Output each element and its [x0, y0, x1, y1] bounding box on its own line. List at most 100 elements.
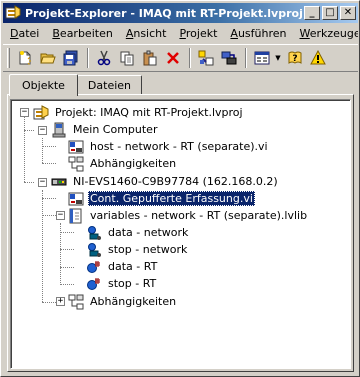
- tab-dateien[interactable]: Dateien: [76, 75, 143, 95]
- vi-file-icon: [68, 191, 84, 207]
- tab-strip: Objekte Dateien: [9, 73, 143, 96]
- network-variable-icon: [86, 225, 102, 241]
- rt-target-icon: [51, 174, 67, 190]
- tree-guide: [24, 130, 34, 131]
- tree-item-variable-stop-network[interactable]: stop - network: [86, 241, 189, 258]
- delete-icon[interactable]: [162, 47, 184, 69]
- vi-file-icon: [68, 139, 84, 155]
- cut-icon[interactable]: [93, 47, 115, 69]
- tree-guide: [42, 146, 56, 147]
- deploy-icon[interactable]: [218, 47, 240, 69]
- maximize-button[interactable]: □: [322, 6, 338, 20]
- tree-label-data-rt: data - RT: [108, 260, 158, 273]
- computer-icon: [51, 122, 67, 138]
- tree-guide: [24, 130, 25, 182]
- collapse-target-toggle[interactable]: −: [38, 178, 47, 187]
- collapse-library-toggle[interactable]: −: [56, 211, 65, 220]
- menu-werkzeuge-label: erkzeuge: [309, 27, 358, 40]
- toolbar-separator: [189, 48, 191, 68]
- save-all-icon[interactable]: [60, 47, 82, 69]
- menu-bearbeiten-accel: B: [52, 27, 60, 40]
- tree-guide: [42, 302, 56, 303]
- project-file-icon: [33, 104, 49, 121]
- tree-guide: [60, 267, 74, 268]
- tree-label-stop-rt: stop - RT: [108, 277, 157, 290]
- collapse-project-toggle[interactable]: −: [20, 108, 29, 117]
- menu-projekt-label: rojekt: [185, 27, 218, 40]
- tree-guide: [60, 232, 74, 233]
- copy-icon[interactable]: [116, 47, 138, 69]
- dependencies-icon: [68, 156, 84, 172]
- tree-label-stop-network: stop - network: [108, 243, 188, 256]
- menu-werkzeuge[interactable]: Werkzeuge: [293, 27, 359, 40]
- title-bar[interactable]: Projekt-Explorer - IMAQ mit RT-Projekt.l…: [3, 3, 358, 23]
- tree-label-rt-target: NI-EVS1460-C9B97784 (162.168.0.2): [73, 175, 278, 188]
- tree-label-dependencies-host: Abhängigkeiten: [90, 157, 177, 170]
- expand-dependencies-toggle[interactable]: +: [56, 297, 65, 306]
- toolbar-grip[interactable]: [7, 48, 10, 68]
- tree-item-dependencies-target[interactable]: Abhängigkeiten: [68, 293, 178, 310]
- tree-item-host-vi[interactable]: host - network - RT (separate).vi: [68, 138, 270, 155]
- svg-text:?: ?: [292, 54, 297, 64]
- window-title: Projekt-Explorer - IMAQ mit RT-Projekt.l…: [25, 6, 304, 20]
- tree-item-variables-library[interactable]: variables - network - RT (separate).lvli…: [68, 207, 309, 224]
- menu-ausfuehren[interactable]: Ausführen: [223, 27, 292, 40]
- project-explorer-window: Projekt-Explorer - IMAQ mit RT-Projekt.l…: [0, 0, 360, 377]
- tree-guide: [42, 138, 43, 163]
- network-variable-icon: [86, 242, 102, 258]
- dependencies-icon: [68, 294, 84, 310]
- tree-label-my-computer: Mein Computer: [73, 123, 158, 136]
- tree-guide: [60, 249, 74, 250]
- tree-item-rt-target[interactable]: NI-EVS1460-C9B97784 (162.168.0.2): [51, 173, 280, 190]
- close-button[interactable]: ✕: [340, 6, 356, 20]
- open-icon[interactable]: [37, 47, 59, 69]
- rt-variable-icon: [86, 276, 102, 292]
- new-icon[interactable]: [14, 47, 36, 69]
- menu-ansicht-label: nsicht: [133, 27, 167, 40]
- collapse-my-computer-toggle[interactable]: −: [38, 126, 47, 135]
- menu-ausfuehren-label: usführen: [237, 27, 287, 40]
- menu-werkzeuge-accel: W: [299, 27, 310, 40]
- tree-label-data-network: data - network: [108, 226, 189, 239]
- tree-item-variable-data-network[interactable]: data - network: [86, 224, 190, 241]
- view-icon[interactable]: [251, 47, 273, 69]
- tree-label-project: Projekt: IMAQ mit RT-Projekt.lvproj: [55, 106, 243, 119]
- warning-icon[interactable]: [307, 47, 329, 69]
- tab-objekte[interactable]: Objekte: [9, 74, 78, 96]
- tree-label-host-vi: host - network - RT (separate).vi: [90, 140, 268, 153]
- tree-item-my-computer[interactable]: Mein Computer: [51, 121, 159, 138]
- project-tree[interactable]: − Projekt: IMAQ mit RT-Projekt.lvproj − …: [10, 99, 351, 369]
- tree-item-cont-vi[interactable]: Cont. Gepufferte Erfassung.vi: [68, 190, 255, 207]
- rt-variable-icon: [86, 259, 102, 275]
- build-icon[interactable]: [195, 47, 217, 69]
- tree-label-dependencies-target: Abhängigkeiten: [90, 295, 177, 308]
- menu-ausfuehren-accel: A: [230, 27, 238, 40]
- toolbar: ▼ ?: [3, 44, 358, 72]
- toolbar-separator: [87, 48, 89, 68]
- tree-guide: [42, 163, 56, 164]
- tree-item-variable-stop-rt[interactable]: stop - RT: [86, 275, 158, 292]
- tree-guide: [60, 284, 74, 285]
- minimize-button[interactable]: _: [304, 6, 320, 20]
- tree-item-project[interactable]: Projekt: IMAQ mit RT-Projekt.lvproj: [33, 104, 245, 121]
- tree-item-variable-data-rt[interactable]: data - RT: [86, 258, 159, 275]
- menu-bearbeiten[interactable]: Bearbeiten: [45, 27, 118, 40]
- tree-label-cont-vi: Cont. Gepufferte Erfassung.vi: [88, 191, 255, 206]
- tree-guide: [42, 215, 56, 216]
- menu-bar: Datei Bearbeiten Ansicht Projekt Ausführ…: [3, 24, 358, 43]
- tree-guide: [24, 182, 34, 183]
- tree-guide: [42, 198, 56, 199]
- menu-datei[interactable]: Datei: [3, 27, 45, 40]
- project-icon: [5, 5, 21, 21]
- paste-icon[interactable]: [139, 47, 161, 69]
- menu-ansicht[interactable]: Ansicht: [119, 27, 173, 40]
- menu-projekt[interactable]: Projekt: [172, 27, 223, 40]
- library-icon: [68, 208, 84, 224]
- help-icon[interactable]: ?: [284, 47, 306, 69]
- toolbar-separator: [245, 48, 247, 68]
- tree-label-variables-library: variables - network - RT (separate).lvli…: [90, 209, 308, 222]
- tree-guide: [42, 190, 43, 302]
- menu-datei-label: atei: [18, 27, 40, 40]
- tree-item-dependencies-host[interactable]: Abhängigkeiten: [68, 155, 178, 172]
- view-dropdown-chevron-down-icon[interactable]: ▼: [274, 47, 282, 69]
